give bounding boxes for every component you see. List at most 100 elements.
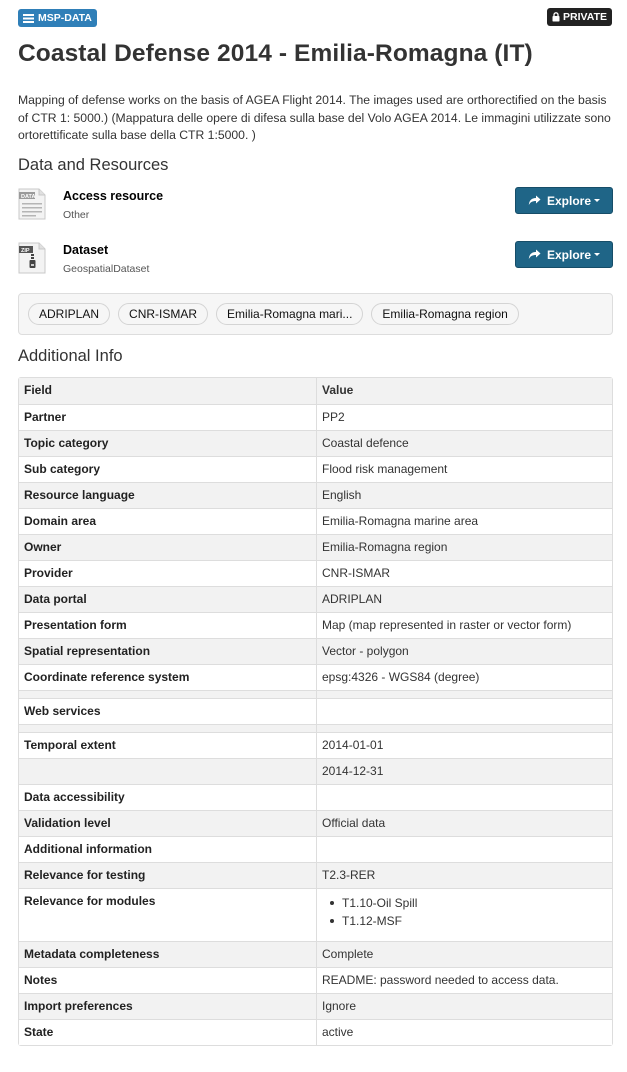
table-row: Notes README: password needed to access d… bbox=[19, 967, 612, 993]
row-value bbox=[317, 698, 612, 724]
table-row: State active bbox=[19, 1019, 612, 1045]
row-value: ADRIPLAN bbox=[317, 586, 612, 612]
row-value: PP2 bbox=[317, 404, 612, 430]
row-value: Vector - polygon bbox=[317, 638, 612, 664]
zip-file-icon: ZIP bbox=[18, 242, 46, 274]
table-row: Temporal extent 2014-01-01 bbox=[19, 732, 612, 758]
svg-text:DATA: DATA bbox=[21, 194, 35, 200]
table-row: Metadata completeness Complete bbox=[19, 941, 612, 967]
row-value: epsg:4326 - WGS84 (degree) bbox=[317, 664, 612, 690]
row-field: Owner bbox=[19, 534, 317, 560]
column-header-field: Field bbox=[19, 378, 317, 404]
additional-info-table: Field Value Partner PP2 Topic category Coas… bbox=[18, 377, 613, 1046]
caret-down-icon bbox=[594, 199, 600, 202]
row-value: 2014-12-31 bbox=[317, 758, 612, 784]
row-value: Map (map represented in raster or vector… bbox=[317, 612, 612, 638]
row-value bbox=[317, 724, 612, 732]
row-value bbox=[317, 690, 612, 698]
row-field: Presentation form bbox=[19, 612, 317, 638]
row-value: Ignore bbox=[317, 993, 612, 1019]
row-field: Topic category bbox=[19, 430, 317, 456]
row-field: Additional information bbox=[19, 836, 317, 862]
row-value: Coastal defence bbox=[317, 430, 612, 456]
row-field: Coordinate reference system bbox=[19, 664, 317, 690]
row-value: 2014-01-01 bbox=[317, 732, 612, 758]
table-row: Data portal ADRIPLAN bbox=[19, 586, 612, 612]
tag-emilia-romagna-marine[interactable]: Emilia-Romagna mari... bbox=[216, 303, 364, 325]
organization-badge[interactable]: MSP-DATA bbox=[18, 9, 97, 27]
svg-text:ZIP: ZIP bbox=[21, 248, 30, 254]
table-row bbox=[19, 724, 612, 732]
row-field: Provider bbox=[19, 560, 317, 586]
row-field: State bbox=[19, 1019, 317, 1045]
row-field: Temporal extent bbox=[19, 732, 317, 758]
row-field: Data accessibility bbox=[19, 784, 317, 810]
table-row: Relevance for modules T1.10-Oil Spill T1.1… bbox=[19, 888, 612, 941]
row-field bbox=[19, 690, 317, 698]
table-row: Coordinate reference system epsg:4326 - W… bbox=[19, 664, 612, 690]
row-field: Spatial representation bbox=[19, 638, 317, 664]
table-row: Partner PP2 bbox=[19, 404, 612, 430]
lock-icon bbox=[552, 12, 560, 22]
explore-button-label: Explore bbox=[546, 247, 591, 262]
additional-info-heading: Additional Info bbox=[18, 347, 123, 365]
dataset-description: Mapping of defense works on the basis of… bbox=[18, 93, 611, 142]
row-value: Complete bbox=[317, 941, 612, 967]
resource-title-link[interactable]: Dataset bbox=[63, 243, 108, 257]
row-field bbox=[19, 758, 317, 784]
tag-cnr-ismar[interactable]: CNR-ISMAR bbox=[118, 303, 209, 325]
resource-item: DATA Access resource Other Explore bbox=[18, 187, 613, 228]
row-field: Resource language bbox=[19, 482, 317, 508]
column-header-value: Value bbox=[322, 383, 354, 397]
table-row: Presentation form Map (map represented in… bbox=[19, 612, 612, 638]
table-row: Topic category Coastal defence bbox=[19, 430, 612, 456]
row-field: Relevance for modules bbox=[19, 888, 317, 941]
page-title: Coastal Defense 2014 - Emilia-Romagna (I… bbox=[18, 40, 533, 67]
table-header-row: Field Value bbox=[19, 378, 612, 404]
row-value: Emilia-Romagna marine area bbox=[317, 508, 612, 534]
row-value: T1.10-Oil Spill T1.12-MSF bbox=[317, 888, 612, 941]
private-badge-label: PRIVATE bbox=[563, 11, 607, 23]
share-arrow-icon bbox=[528, 249, 541, 259]
table-row: Spatial representation Vector - polygon bbox=[19, 638, 612, 664]
table-row bbox=[19, 690, 612, 698]
row-field: Relevance for testing bbox=[19, 862, 317, 888]
tag-adriplan[interactable]: ADRIPLAN bbox=[28, 303, 111, 325]
explore-button-label: Explore bbox=[546, 193, 591, 208]
data-file-icon: DATA bbox=[18, 188, 46, 220]
row-value: CNR-ISMAR bbox=[317, 560, 612, 586]
row-value: Emilia-Romagna region bbox=[317, 534, 612, 560]
organization-badge-label: MSP-DATA bbox=[38, 12, 92, 24]
list-item: T1.10-Oil Spill bbox=[330, 894, 607, 912]
row-field: Data portal bbox=[19, 586, 317, 612]
row-value: Official data bbox=[317, 810, 612, 836]
row-field: Partner bbox=[19, 404, 317, 430]
tag-emilia-romagna-region[interactable]: Emilia-Romagna region bbox=[371, 303, 519, 325]
caret-down-icon bbox=[594, 253, 600, 256]
list-icon bbox=[23, 13, 34, 23]
row-value: T2.3-RER bbox=[317, 862, 612, 888]
row-value: English bbox=[317, 482, 612, 508]
row-field: Domain area bbox=[19, 508, 317, 534]
table-row: Domain area Emilia-Romagna marine area bbox=[19, 508, 612, 534]
explore-button[interactable]: Explore bbox=[515, 241, 613, 268]
row-field: Metadata completeness bbox=[19, 941, 317, 967]
row-value bbox=[317, 836, 612, 862]
row-field: Notes bbox=[19, 967, 317, 993]
table-row: Relevance for testing T2.3-RER bbox=[19, 862, 612, 888]
explore-button[interactable]: Explore bbox=[515, 187, 613, 214]
table-row: Validation level Official data bbox=[19, 810, 612, 836]
resource-item: ZIP Dataset GeospatialDataset Explore bbox=[18, 241, 613, 282]
table-row: Additional information bbox=[19, 836, 612, 862]
resource-title-link[interactable]: Access resource bbox=[63, 189, 163, 203]
resource-format: GeospatialDataset bbox=[63, 263, 150, 275]
row-field bbox=[19, 724, 317, 732]
row-field: Sub category bbox=[19, 456, 317, 482]
table-row: Resource language English bbox=[19, 482, 612, 508]
table-row: Sub category Flood risk management bbox=[19, 456, 612, 482]
table-row: Import preferences Ignore bbox=[19, 993, 612, 1019]
tag-list: ADRIPLAN CNR-ISMAR Emilia-Romagna mari..… bbox=[18, 293, 613, 335]
row-field: Validation level bbox=[19, 810, 317, 836]
table-row: Web services bbox=[19, 698, 612, 724]
value-list: T1.10-Oil Spill T1.12-MSF bbox=[322, 894, 607, 930]
